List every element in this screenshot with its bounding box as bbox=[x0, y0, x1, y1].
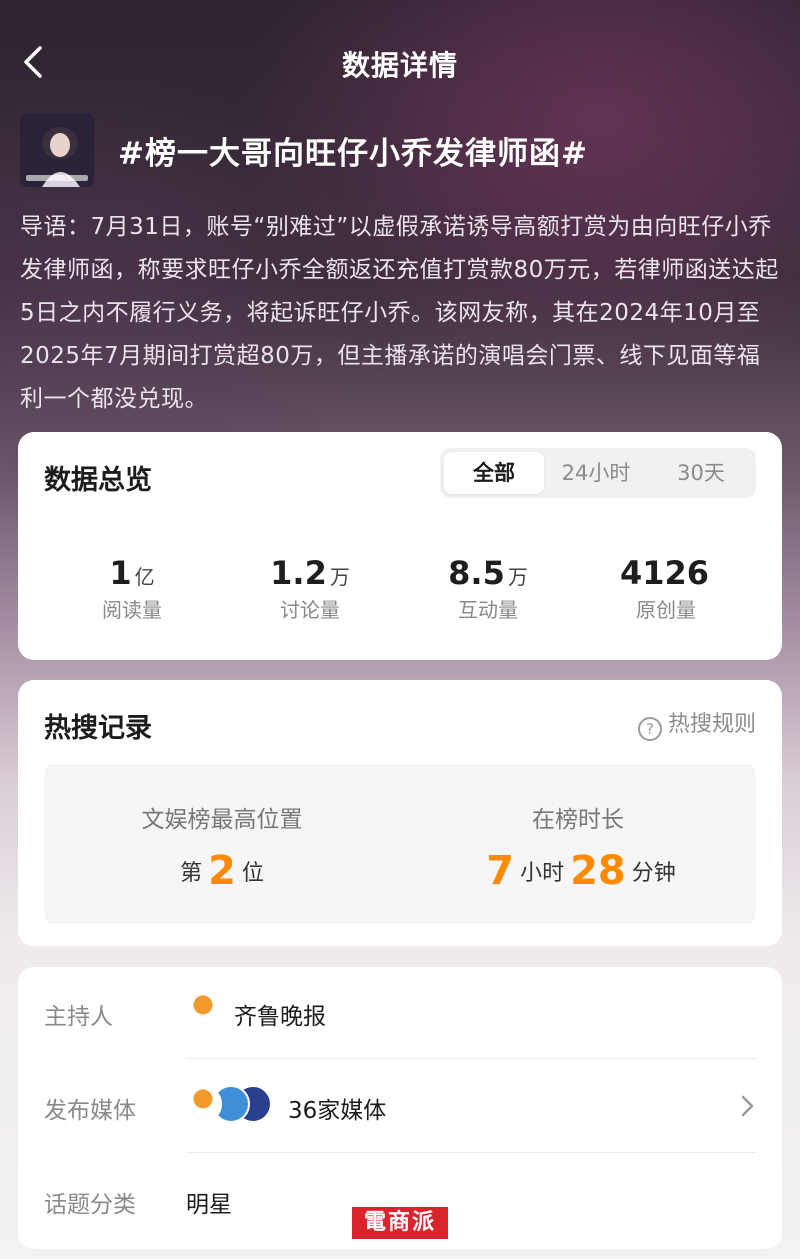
stat-originals: 4126 原创量 bbox=[576, 554, 756, 623]
topic-intro: 导语：7月31日，账号“别难过”以虚假承诺诱导高额打赏为由向旺仔小乔发律师函，称… bbox=[20, 214, 779, 412]
stat-value: 4126 bbox=[619, 554, 710, 592]
tab-all[interactable]: 全部 bbox=[444, 452, 544, 494]
page-title: 数据详情 bbox=[341, 49, 458, 82]
peak-value: 2 bbox=[208, 848, 236, 894]
peak-suffix: 位 bbox=[241, 861, 264, 886]
host-label: 主持人 bbox=[44, 1004, 113, 1030]
qilu-evening-news-logo bbox=[184, 991, 222, 1029]
watermark-logo: 電商派 bbox=[352, 1207, 448, 1239]
time-range-tabs: 全部 24小时 30天 bbox=[440, 448, 756, 498]
hot-search-rules-link[interactable]: ? 热搜规则 bbox=[638, 706, 756, 741]
duration-hours: 7 bbox=[486, 848, 515, 894]
peak-label: 文娱榜最高位置 bbox=[141, 807, 303, 833]
stat-interactions: 8.5 万 互动量 bbox=[398, 554, 578, 623]
stat-label: 阅读量 bbox=[102, 598, 162, 622]
hot-search-stats: 文娱榜最高位置 第2位 在榜时长 7 小时 28 分钟 bbox=[44, 764, 756, 924]
host-name[interactable]: 齐鲁晚报 bbox=[234, 997, 326, 1031]
time-on-list: 在榜时长 7 小时 28 分钟 bbox=[400, 800, 756, 894]
stat-unit: 亿 bbox=[134, 565, 155, 589]
category-label: 话题分类 bbox=[44, 1192, 136, 1218]
hot-search-title: 热搜记录 bbox=[44, 713, 152, 744]
minutes-unit: 分钟 bbox=[631, 861, 676, 886]
media-row[interactable]: 发布媒体 36家媒体 bbox=[44, 1061, 756, 1153]
divider bbox=[186, 1152, 756, 1153]
peak-position: 文娱榜最高位置 第2位 bbox=[44, 800, 400, 894]
peak-prefix: 第 bbox=[180, 861, 203, 886]
category-value: 明星 bbox=[186, 1192, 232, 1218]
chevron-right-icon bbox=[741, 1095, 754, 1117]
stat-value: 1.2 bbox=[270, 554, 327, 592]
tab-24h[interactable]: 24小时 bbox=[546, 452, 646, 494]
hours-unit: 小时 bbox=[520, 861, 565, 886]
topic-thumbnail bbox=[20, 113, 94, 187]
media-count: 36家媒体 bbox=[288, 1098, 387, 1124]
rules-label: 热搜规则 bbox=[668, 712, 757, 737]
media-label: 发布媒体 bbox=[44, 1098, 136, 1124]
stat-value: 8.5 bbox=[448, 554, 505, 592]
duration-label: 在榜时长 bbox=[532, 807, 624, 833]
stat-unit: 万 bbox=[507, 565, 528, 589]
stat-value: 1 bbox=[109, 554, 132, 592]
stat-label: 互动量 bbox=[458, 598, 518, 622]
question-icon: ? bbox=[638, 717, 662, 741]
top-bar: 数据详情 bbox=[0, 30, 800, 100]
divider bbox=[186, 1058, 756, 1059]
duration-minutes: 28 bbox=[570, 848, 626, 894]
stat-discussions: 1.2 万 讨论量 bbox=[220, 554, 400, 623]
overview-card: 数据总览 全部 24小时 30天 1亿 阅读量 1.2 万 讨论量 8.5 万 互动… bbox=[18, 432, 782, 660]
page: 数据详情 #榜一大哥向旺仔小乔发律师函# 导语：7月31日，账号“别难过”以虚假… bbox=[0, 0, 800, 1259]
overview-title: 数据总览 bbox=[44, 465, 152, 496]
tab-30d[interactable]: 30天 bbox=[650, 452, 752, 494]
stat-unit: 万 bbox=[329, 565, 350, 589]
stat-reads: 1亿 阅读量 bbox=[42, 554, 222, 623]
media-logo-1 bbox=[184, 1085, 222, 1123]
stat-label: 原创量 bbox=[636, 598, 696, 622]
stat-label: 讨论量 bbox=[280, 598, 340, 622]
topic-title: #榜一大哥向旺仔小乔发律师函# bbox=[118, 136, 588, 172]
host-row: 主持人 齐鲁晚报 bbox=[44, 967, 756, 1059]
hot-search-card: 热搜记录 ? 热搜规则 文娱榜最高位置 第2位 在榜时长 7 小时 28 分钟 bbox=[18, 680, 782, 946]
